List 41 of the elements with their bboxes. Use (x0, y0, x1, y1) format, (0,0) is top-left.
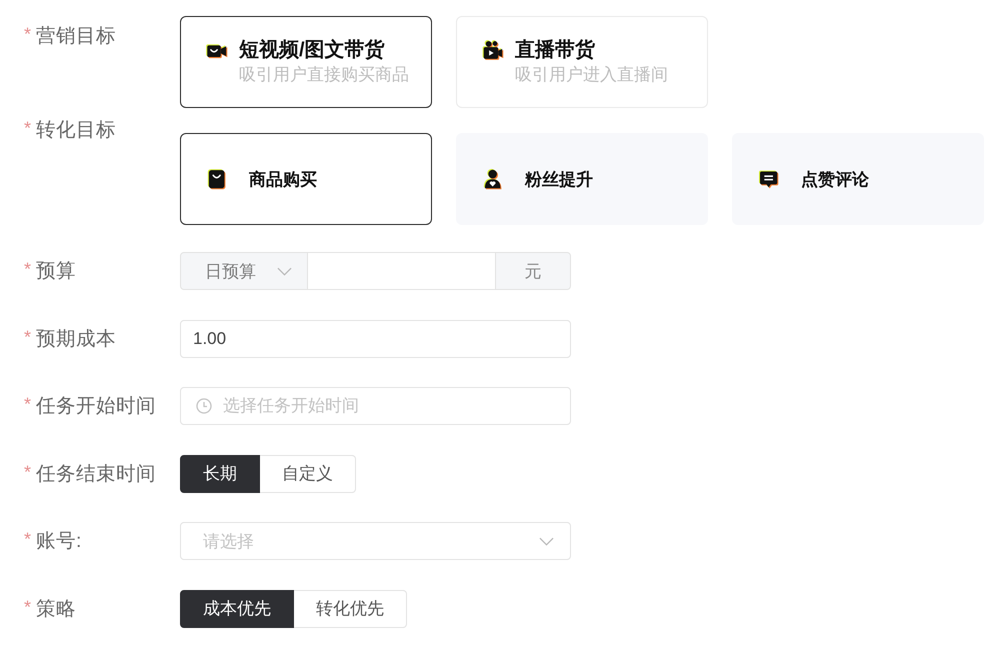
target-option-card[interactable]: 商品购买 (180, 133, 432, 225)
clock-icon (196, 398, 212, 414)
segment-button[interactable]: 自定义 (260, 454, 356, 492)
required-mark: * (24, 462, 32, 482)
goal-option-card[interactable]: 短视频/图文带货 吸引用户直接购买商品 (180, 16, 432, 108)
field-label: 预算 (36, 259, 76, 283)
person-heart-icon (481, 168, 503, 190)
required-mark: * (24, 259, 32, 279)
required-mark: * (24, 394, 32, 414)
target-option-card[interactable]: 点赞评论 (732, 133, 984, 225)
shopping-bag-icon (205, 168, 227, 190)
budget-period-select[interactable]: 日预算 (180, 252, 308, 290)
goal-option-card[interactable]: 直播带货 吸引用户进入直播间 (456, 16, 708, 108)
chevron-down-icon (277, 266, 292, 276)
start-time-input[interactable]: 选择任务开始时间 (180, 387, 571, 425)
option-description: 吸引用户直接购买商品 (239, 64, 409, 86)
field-label: 任务开始时间 (36, 394, 156, 418)
field-label: 任务结束时间 (36, 462, 156, 486)
field-label: 账号: (36, 529, 82, 553)
segment-button[interactable]: 长期 (180, 454, 260, 492)
required-mark: * (24, 326, 32, 346)
segment-button[interactable]: 成本优先 (180, 590, 294, 628)
target-option-card[interactable]: 粉丝提升 (456, 133, 708, 225)
field-label: 策略 (36, 596, 76, 620)
required-mark: * (24, 529, 32, 549)
cost-input[interactable]: 1.00 (180, 320, 571, 358)
chevron-down-icon (539, 536, 554, 546)
segment-button[interactable]: 转化优先 (294, 590, 407, 628)
unit-label: 元 (495, 252, 571, 290)
field-label: 转化目标 (36, 118, 116, 142)
budget-input[interactable] (308, 252, 495, 290)
live-camera-icon (481, 38, 504, 62)
message-icon (757, 168, 779, 190)
option-title: 短视频/图文带货 (239, 38, 385, 63)
required-mark: * (24, 24, 32, 44)
required-mark: * (24, 596, 32, 616)
field-label: 营销目标 (36, 24, 116, 48)
option-description: 吸引用户进入直播间 (515, 64, 668, 86)
required-mark: * (24, 118, 32, 138)
field-label: 预期成本 (36, 326, 116, 350)
option-title: 直播带货 (515, 38, 595, 63)
